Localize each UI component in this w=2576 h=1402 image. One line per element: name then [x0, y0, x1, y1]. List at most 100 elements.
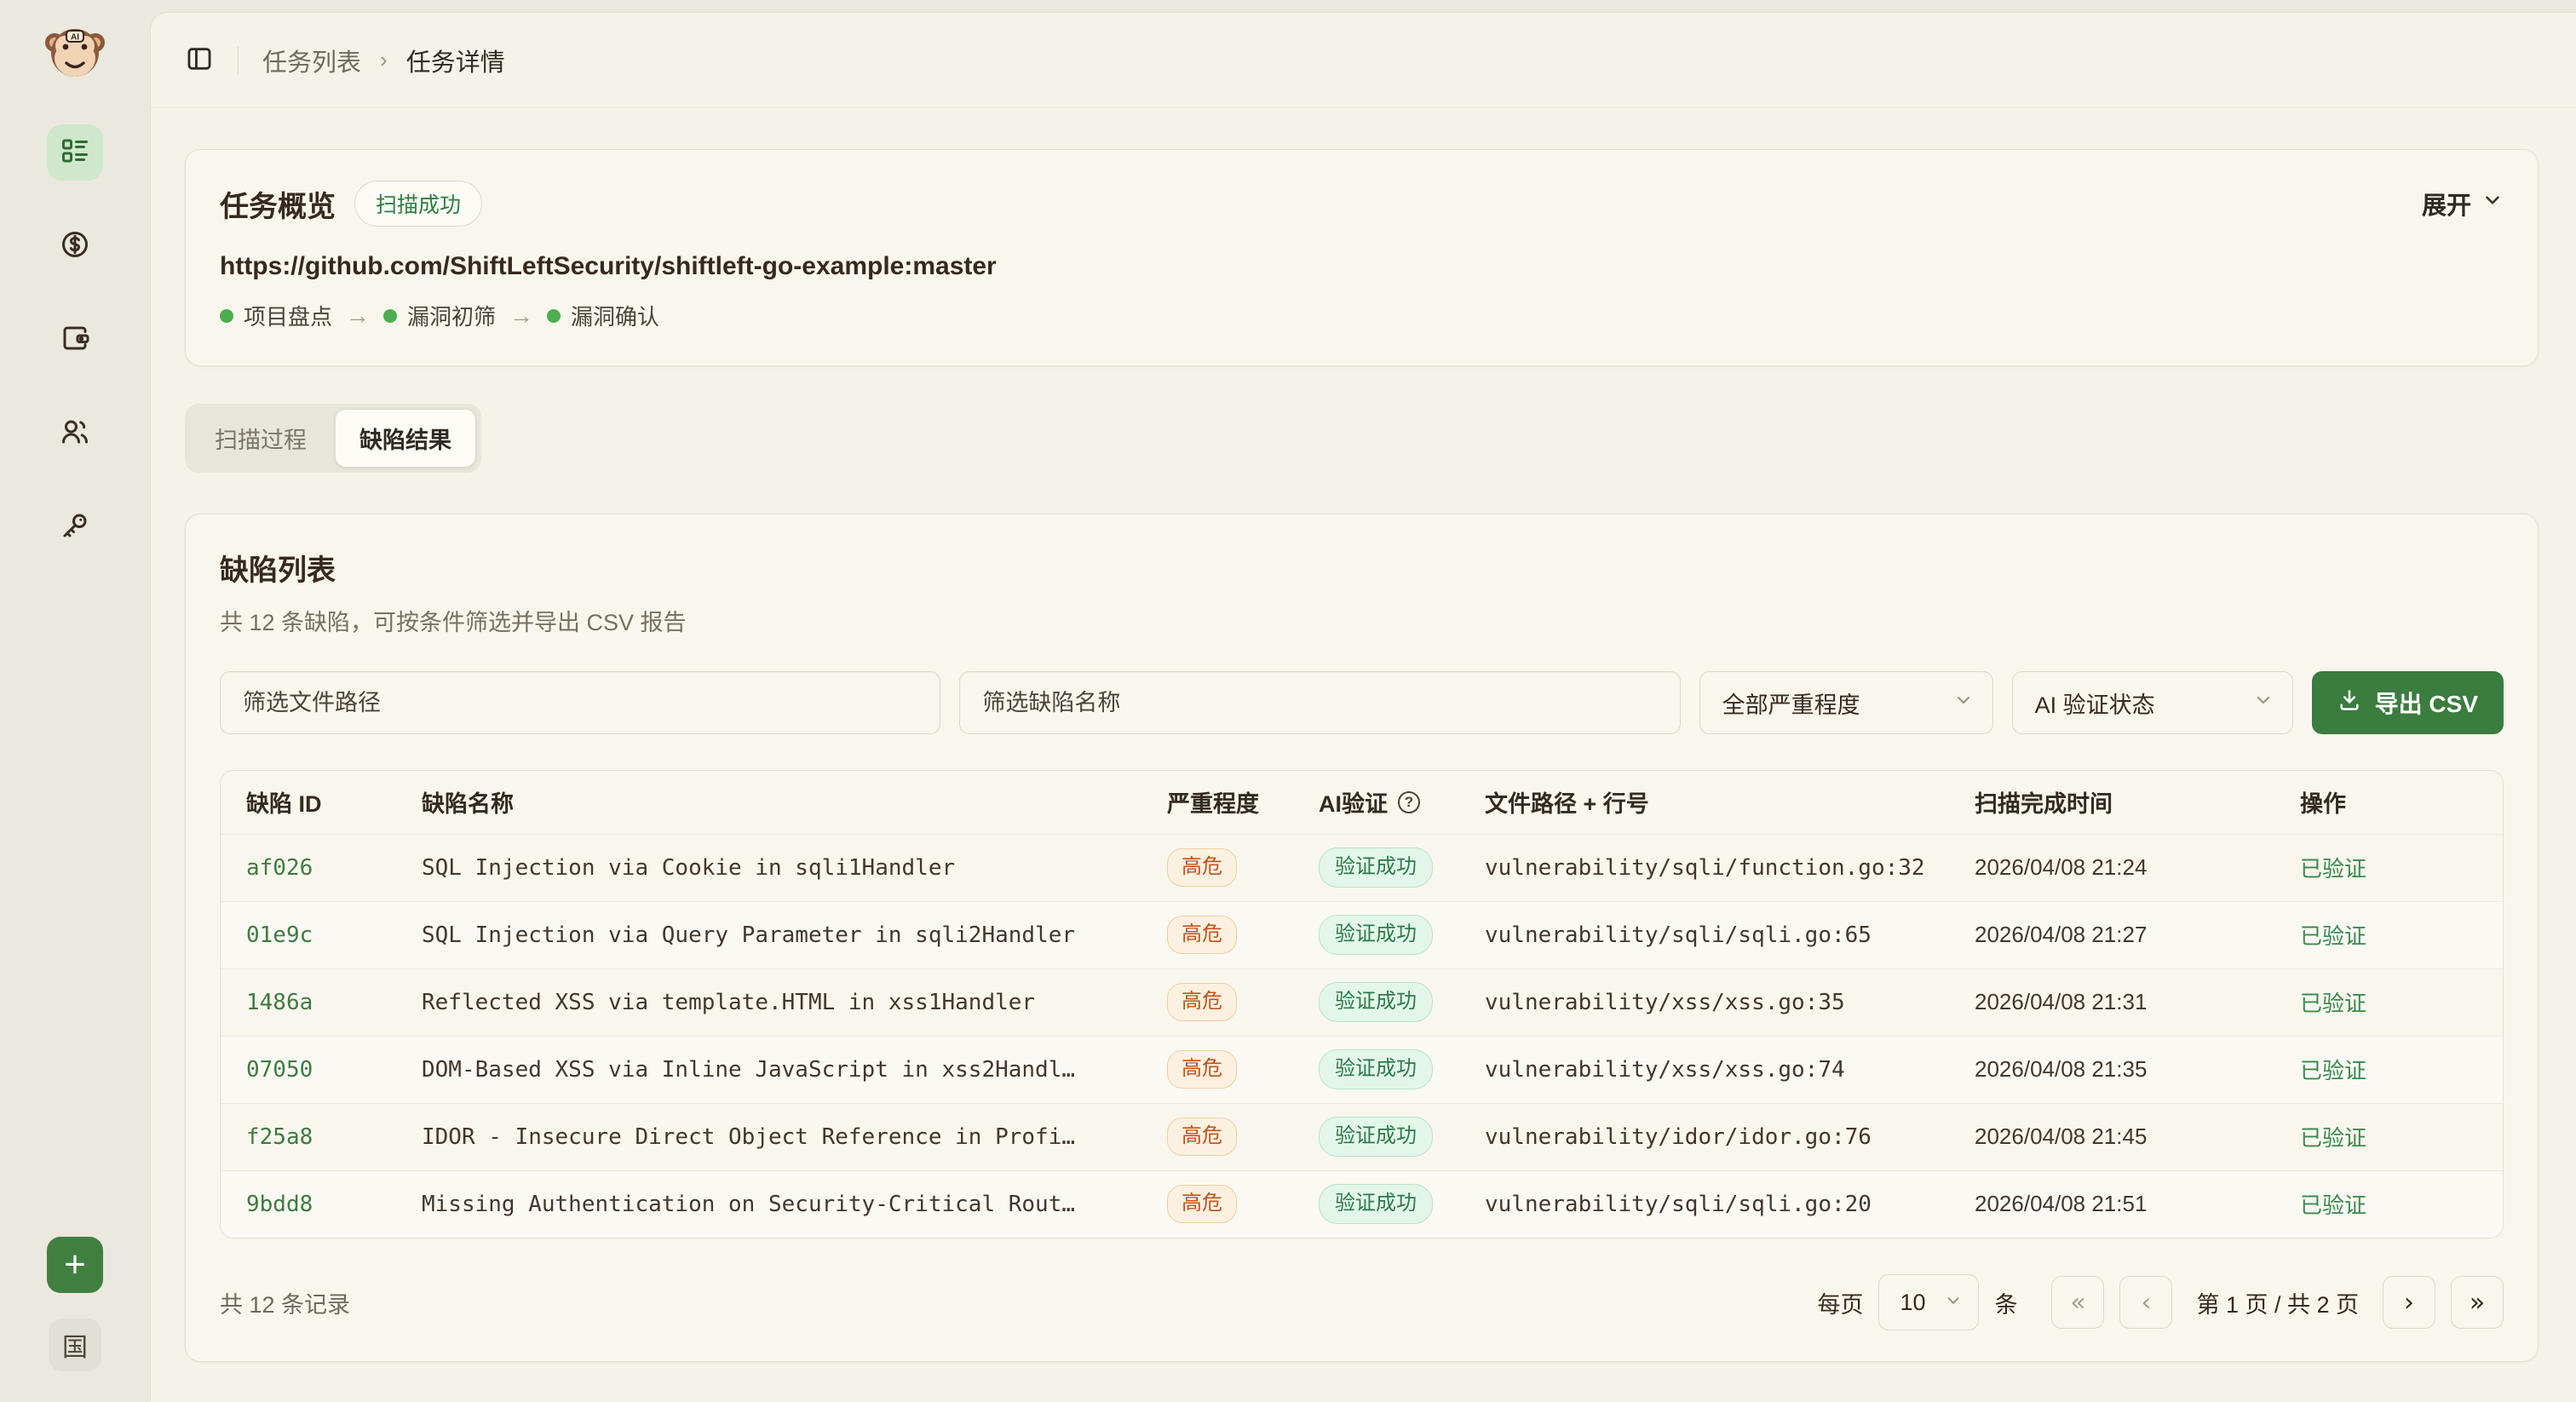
- defect-name: SQL Injection via Cookie in sqli1Handler: [410, 834, 1155, 901]
- pagination: 每页 10 条 « ‹ 第 1 页 / 共 2 页 ›: [1817, 1274, 2504, 1330]
- tab-defect-results[interactable]: 缺陷结果: [336, 410, 475, 467]
- monkey-logo: AI: [43, 20, 107, 85]
- language-button[interactable]: 国: [49, 1319, 101, 1371]
- step-label: 项目盘点: [244, 300, 332, 331]
- defect-id-link[interactable]: 1486a: [221, 968, 410, 1036]
- verified-action-link[interactable]: 已验证: [2288, 1036, 2503, 1103]
- sidebar-nav: [47, 124, 103, 555]
- ai-status-filter-select[interactable]: AI 验证状态: [2012, 671, 2293, 734]
- ai-verify-badge: 验证成功: [1319, 982, 1433, 1022]
- severity-cell: 高危: [1155, 968, 1307, 1036]
- filter-bar: 全部严重程度 AI 验证状态: [220, 671, 2504, 734]
- sidebar-item-billing[interactable]: [47, 218, 103, 274]
- verified-action-link[interactable]: 已验证: [2288, 1103, 2503, 1170]
- dollar-circle-icon: [60, 229, 90, 264]
- content: 任务概览 扫描成功 展开 https://github.com/ShiftLef…: [151, 108, 2576, 1402]
- file-path: vulnerability/sqli/sqli.go:65: [1473, 901, 1963, 968]
- sidebar: AI: [0, 0, 150, 1402]
- step-dot-icon: [383, 309, 397, 323]
- breadcrumb-task-list[interactable]: 任务列表: [262, 43, 361, 78]
- sidebar-item-users[interactable]: [47, 405, 103, 462]
- table-row: 1486aReflected XSS via template.HTML in …: [221, 968, 2503, 1036]
- severity-cell: 高危: [1155, 1036, 1307, 1103]
- chevron-down-icon: [2481, 189, 2504, 218]
- export-csv-button[interactable]: 导出 CSV: [2312, 671, 2504, 734]
- column-actions: 操作: [2288, 771, 2503, 834]
- defect-id-link[interactable]: 01e9c: [221, 901, 410, 968]
- ai-verify-label: AI验证: [1319, 785, 1388, 819]
- defect-name: SQL Injection via Query Parameter in sql…: [410, 901, 1155, 968]
- chevron-down-icon: [1944, 1290, 1963, 1316]
- sidebar-item-wallet[interactable]: [47, 312, 103, 368]
- scan-time: 2026/04/08 21:45: [1963, 1103, 2288, 1170]
- language-label: 国: [62, 1326, 88, 1364]
- app-root: AI: [0, 0, 2576, 1402]
- ai-verify-badge: 验证成功: [1319, 1117, 1433, 1157]
- verified-action-link[interactable]: 已验证: [2288, 834, 2503, 901]
- table-row: 9bdd8Missing Authentication on Security-…: [221, 1170, 2503, 1238]
- ai-verify-cell: 验证成功: [1307, 1170, 1473, 1238]
- scan-time: 2026/04/08 21:51: [1963, 1170, 2288, 1238]
- last-page-button[interactable]: »: [2451, 1276, 2504, 1329]
- defect-name-filter-input[interactable]: [959, 671, 1680, 734]
- sidebar-item-tasks[interactable]: [47, 124, 103, 181]
- column-ai-verify: AI验证 ?: [1307, 771, 1473, 834]
- help-circle-icon[interactable]: ?: [1398, 791, 1420, 813]
- wallet-icon: [60, 323, 90, 358]
- ai-verify-badge: 验证成功: [1319, 1184, 1433, 1224]
- defect-list-subtitle: 共 12 条缺陷，可按条件筛选并导出 CSV 报告: [220, 604, 2504, 637]
- defect-id-link[interactable]: 07050: [221, 1036, 410, 1103]
- verified-action-link[interactable]: 已验证: [2288, 1170, 2503, 1238]
- breadcrumb-task-detail: 任务详情: [406, 43, 505, 78]
- plus-icon: +: [64, 1246, 86, 1284]
- defect-name: Reflected XSS via template.HTML in xss1H…: [410, 968, 1155, 1036]
- table-row: af026SQL Injection via Cookie in sqli1Ha…: [221, 834, 2503, 901]
- file-path-filter-input[interactable]: [220, 671, 940, 734]
- chevron-down-icon: [1953, 690, 1974, 716]
- defect-table: 缺陷 ID 缺陷名称 严重程度 AI验证 ? 文件路径 + 行号: [220, 770, 2504, 1238]
- topbar-divider: [238, 47, 239, 74]
- table-header-row: 缺陷 ID 缺陷名称 严重程度 AI验证 ? 文件路径 + 行号: [221, 771, 2503, 834]
- page-size-select[interactable]: 10: [1878, 1274, 1979, 1330]
- panel-left-icon: [185, 44, 214, 76]
- sidebar-toggle-button[interactable]: [185, 44, 214, 76]
- ai-verify-badge: 验证成功: [1319, 848, 1433, 888]
- ai-verify-cell: 验证成功: [1307, 1036, 1473, 1103]
- prev-page-button[interactable]: ‹: [2119, 1276, 2172, 1329]
- expand-button[interactable]: 展开: [2422, 186, 2504, 221]
- severity-badge: 高危: [1167, 1185, 1237, 1223]
- step-label: 漏洞确认: [571, 300, 659, 331]
- export-csv-label: 导出 CSV: [2375, 686, 2478, 720]
- severity-cell: 高危: [1155, 901, 1307, 968]
- expand-label: 展开: [2422, 186, 2471, 221]
- breadcrumb-separator: ›: [380, 47, 388, 73]
- scan-time: 2026/04/08 21:31: [1963, 968, 2288, 1036]
- verified-action-link[interactable]: 已验证: [2288, 968, 2503, 1036]
- first-page-button[interactable]: «: [2051, 1276, 2104, 1329]
- file-path: vulnerability/xss/xss.go:35: [1473, 968, 1963, 1036]
- step-vuln-screening: 漏洞初筛: [383, 300, 496, 331]
- step-dot-icon: [547, 309, 561, 323]
- overview-title: 任务概览: [220, 183, 336, 225]
- defect-id-link[interactable]: af026: [221, 834, 410, 901]
- defect-id-link[interactable]: f25a8: [221, 1103, 410, 1170]
- breadcrumb: 任务列表 › 任务详情: [262, 43, 505, 78]
- severity-filter-select[interactable]: 全部严重程度: [1699, 671, 1993, 734]
- defect-id-link[interactable]: 9bdd8: [221, 1170, 410, 1238]
- severity-badge: 高危: [1167, 983, 1237, 1021]
- ai-verify-cell: 验证成功: [1307, 968, 1473, 1036]
- sidebar-item-keys[interactable]: [47, 499, 103, 555]
- tab-scan-process[interactable]: 扫描过程: [191, 410, 331, 467]
- step-project-inventory: 项目盘点: [220, 300, 332, 331]
- verified-action-link[interactable]: 已验证: [2288, 901, 2503, 968]
- svg-text:AI: AI: [71, 33, 79, 43]
- file-path: vulnerability/idor/idor.go:76: [1473, 1103, 1963, 1170]
- scan-status-badge: 扫描成功: [354, 181, 482, 227]
- chevron-down-icon: [2253, 690, 2274, 716]
- add-task-button[interactable]: +: [47, 1237, 103, 1293]
- total-records: 共 12 条记录: [220, 1286, 350, 1319]
- next-page-button[interactable]: ›: [2383, 1276, 2435, 1329]
- ai-select-value: AI 验证状态: [2035, 687, 2155, 720]
- key-icon: [60, 510, 90, 545]
- step-dot-icon: [220, 309, 233, 323]
